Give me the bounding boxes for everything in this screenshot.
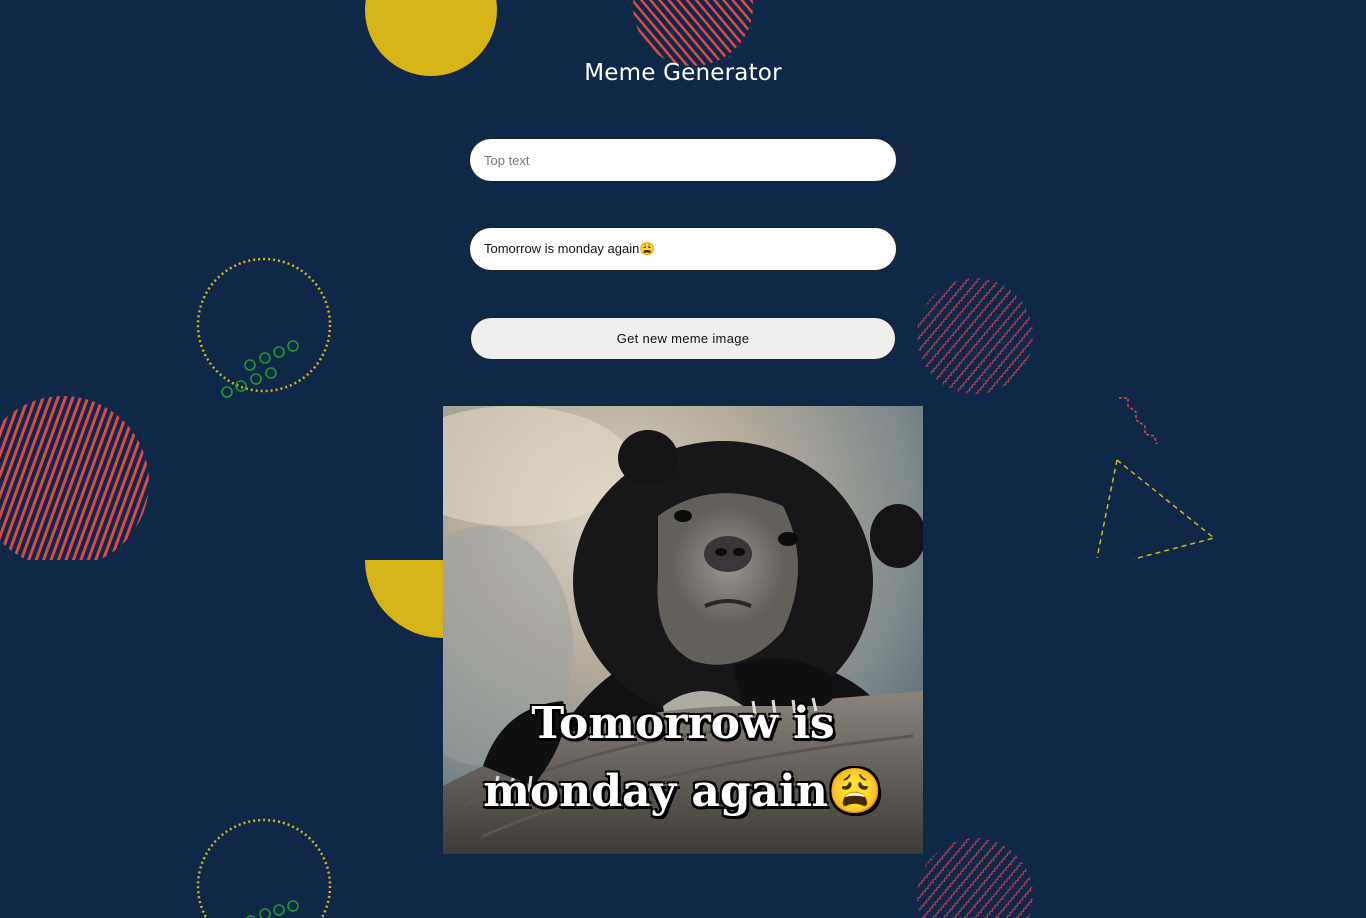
yellow-half-circle — [365, 560, 443, 638]
meme-preview: Tomorrow is monday again😩 — [443, 406, 923, 854]
page-title: Meme Generator — [584, 60, 782, 86]
dotted-circle-bottom — [196, 818, 332, 918]
zigzag-circle-right — [917, 278, 1033, 394]
striped-circle-left — [0, 396, 149, 560]
green-rings-bottom — [246, 900, 299, 918]
top-text-input[interactable] — [469, 138, 897, 182]
zigzag-circle-bottom — [917, 838, 1033, 918]
green-rings-left — [221, 340, 299, 398]
get-new-meme-button[interactable]: Get new meme image — [470, 317, 896, 360]
dotted-circle-left — [196, 257, 332, 393]
zigzag-line — [1119, 397, 1158, 445]
meme-bottom-caption: Tomorrow is monday again😩 — [483, 697, 883, 817]
dashed-triangle — [1096, 459, 1216, 560]
striped-circle-top — [633, 0, 753, 66]
bottom-text-input[interactable] — [469, 227, 897, 271]
